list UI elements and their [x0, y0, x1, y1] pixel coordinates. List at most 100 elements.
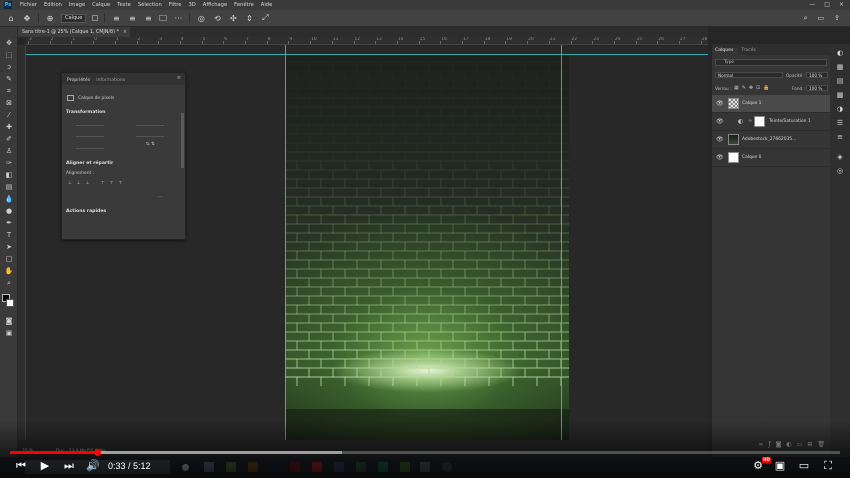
3d-rotate-icon[interactable]: ⟲: [212, 14, 222, 23]
menu-item-fenetre[interactable]: Fenêtre: [234, 2, 254, 8]
layer-filter-input[interactable]: Type: [715, 59, 827, 66]
lock-icons[interactable]: ▦✎✥⊡🔒: [734, 85, 773, 91]
dodge-tool-icon[interactable]: ●: [3, 207, 15, 216]
menu-item-calque[interactable]: Calque: [92, 2, 110, 8]
blur-tool-icon[interactable]: 💧: [3, 195, 15, 204]
gradients-panel-icon[interactable]: ▤: [835, 76, 845, 86]
tab-informations[interactable]: Informations: [93, 78, 128, 85]
miniplayer-icon[interactable]: ▣: [772, 458, 788, 474]
screen-mode-icon[interactable]: ▣: [3, 329, 15, 338]
properties-panel-icon[interactable]: ≡: [835, 132, 845, 142]
3d-scale-icon[interactable]: ⤢: [260, 13, 270, 23]
menu-item-aide[interactable]: Aide: [261, 2, 272, 8]
workspace-icon[interactable]: ▭: [818, 14, 825, 23]
home-icon[interactable]: ⌂: [6, 14, 16, 23]
type-tool-icon[interactable]: T: [3, 231, 15, 240]
layer-row[interactable]: 👁 Calque 1: [712, 95, 831, 113]
play-icon[interactable]: ▶: [38, 458, 52, 474]
swatches-panel-icon[interactable]: ▦: [835, 62, 845, 72]
menu-item-image[interactable]: Image: [69, 2, 85, 8]
tab-proprietes[interactable]: Propriétés: [64, 78, 93, 85]
eraser-tool-icon[interactable]: ◧: [3, 171, 15, 180]
video-progress-bar[interactable]: [10, 449, 840, 456]
layer-row[interactable]: 👁 ◐ ∞ Teinte/Saturation 1: [712, 113, 831, 131]
menu-item-selection[interactable]: Sélection: [138, 2, 162, 8]
more-options-icon[interactable]: ···: [173, 14, 183, 23]
pen-tool-icon[interactable]: ✒: [3, 219, 15, 228]
x-field[interactable]: [136, 120, 164, 126]
quick-select-tool-icon[interactable]: ✎: [3, 75, 15, 84]
3d-panel-icon[interactable]: ◈: [835, 152, 845, 162]
frame-tool-icon[interactable]: ⊠: [3, 99, 15, 108]
panel-menu-icon[interactable]: ≡: [177, 75, 181, 81]
share-icon[interactable]: ⇪: [834, 14, 840, 23]
lasso-tool-icon[interactable]: ↄ: [3, 63, 15, 72]
gradient-tool-icon[interactable]: ▤: [3, 183, 15, 192]
previous-icon[interactable]: ⏮: [14, 458, 28, 474]
hand-tool-icon[interactable]: ✋: [3, 267, 15, 276]
align-buttons-icon[interactable]: ⊥⊥⊥ ⊤⊤⊤: [68, 181, 127, 186]
healing-brush-tool-icon[interactable]: ✚: [3, 123, 15, 132]
move-tool-icon[interactable]: ✥: [22, 14, 32, 23]
color-panel-icon[interactable]: ◐: [835, 48, 845, 58]
background-color-swatch[interactable]: [6, 299, 14, 307]
opacity-input[interactable]: 100 %: [806, 72, 828, 78]
volume-icon[interactable]: 🔊: [86, 458, 100, 474]
menu-item-fichier[interactable]: Fichier: [20, 2, 37, 8]
eyedropper-tool-icon[interactable]: ⁄: [3, 111, 15, 120]
menu-item-edition[interactable]: Edition: [44, 2, 62, 8]
3d-pan-icon[interactable]: ✣: [228, 14, 238, 23]
tab-calques[interactable]: Calques: [712, 48, 739, 55]
fill-input[interactable]: 100 %: [806, 85, 828, 91]
menu-item-texte[interactable]: Texte: [117, 2, 131, 8]
3d-orbit-icon[interactable]: ◎: [196, 14, 206, 23]
close-icon[interactable]: ×: [839, 1, 844, 8]
layer-mask-thumbnail[interactable]: [754, 116, 765, 127]
clone-stamp-tool-icon[interactable]: ♙: [3, 147, 15, 156]
libraries-panel-icon[interactable]: ☰: [835, 118, 845, 128]
3d-slide-icon[interactable]: ⇕: [244, 14, 254, 23]
marquee-tool-icon[interactable]: ⬚: [3, 51, 15, 60]
transform-controls-checkbox[interactable]: [92, 15, 99, 21]
maximize-icon[interactable]: □: [824, 1, 830, 8]
zoom-tool-icon[interactable]: ⌕: [3, 279, 15, 288]
vertical-ruler[interactable]: [18, 45, 26, 440]
auto-select-icon[interactable]: ⊕: [45, 14, 55, 23]
auto-select-dropdown[interactable]: Calque: [61, 13, 87, 23]
guide-line-horizontal[interactable]: [26, 54, 708, 55]
eye-icon[interactable]: 👁: [716, 118, 724, 125]
crop-tool-icon[interactable]: ⌗: [3, 87, 15, 96]
patterns-panel-icon[interactable]: ▩: [835, 90, 845, 100]
distribute-icon[interactable]: [159, 15, 168, 21]
guide-line-vertical[interactable]: [561, 45, 562, 440]
horizontal-ruler[interactable]: 3 2 1 0 1 2 3 4 5 6 7 8 9 10 11 12 13 14 15 16 17 18 19 20 21 22 2…: [26, 37, 708, 45]
layer-row[interactable]: 👁 Adobestock_27662035...: [712, 131, 831, 149]
blend-mode-dropdown[interactable]: Normal: [715, 72, 783, 78]
align-left-icon[interactable]: ≡: [111, 14, 121, 23]
align-right-icon[interactable]: ≡: [143, 14, 153, 23]
width-field[interactable]: [76, 120, 104, 126]
menu-item-3d[interactable]: 3D: [189, 2, 196, 8]
brush-tool-icon[interactable]: ✐: [3, 135, 15, 144]
more-align-button[interactable]: ···: [158, 195, 162, 200]
transform-section-title[interactable]: Transformation: [66, 110, 106, 115]
properties-scrollbar[interactable]: [181, 113, 184, 168]
quick-mask-icon[interactable]: ◙: [3, 317, 15, 326]
align-section-title[interactable]: Aligner et répartir: [66, 161, 113, 166]
rectangle-tool-icon[interactable]: □: [3, 255, 15, 264]
chain-link-icon[interactable]: ∞: [748, 118, 752, 124]
fullscreen-icon[interactable]: ⛶: [820, 458, 836, 474]
path-selection-tool-icon[interactable]: ➤: [3, 243, 15, 252]
search-icon[interactable]: ⌕: [804, 14, 808, 23]
height-field[interactable]: [76, 131, 104, 137]
y-field[interactable]: [136, 131, 164, 137]
guide-line-vertical[interactable]: [285, 45, 286, 440]
layer-row[interactable]: 👁 Calque 0: [712, 149, 831, 167]
eye-icon[interactable]: 👁: [716, 136, 724, 143]
flip-icons[interactable]: ⇆ ⇅: [146, 142, 155, 147]
quick-actions-title[interactable]: Actions rapides: [66, 209, 106, 214]
document-tab[interactable]: Sans titre-1 @ 25% (Calque 1, CMJN/8) * …: [18, 27, 130, 37]
menu-item-filtre[interactable]: Filtre: [169, 2, 182, 8]
eye-icon[interactable]: 👁: [716, 154, 724, 161]
adjustments-panel-icon[interactable]: ◑: [835, 104, 845, 114]
